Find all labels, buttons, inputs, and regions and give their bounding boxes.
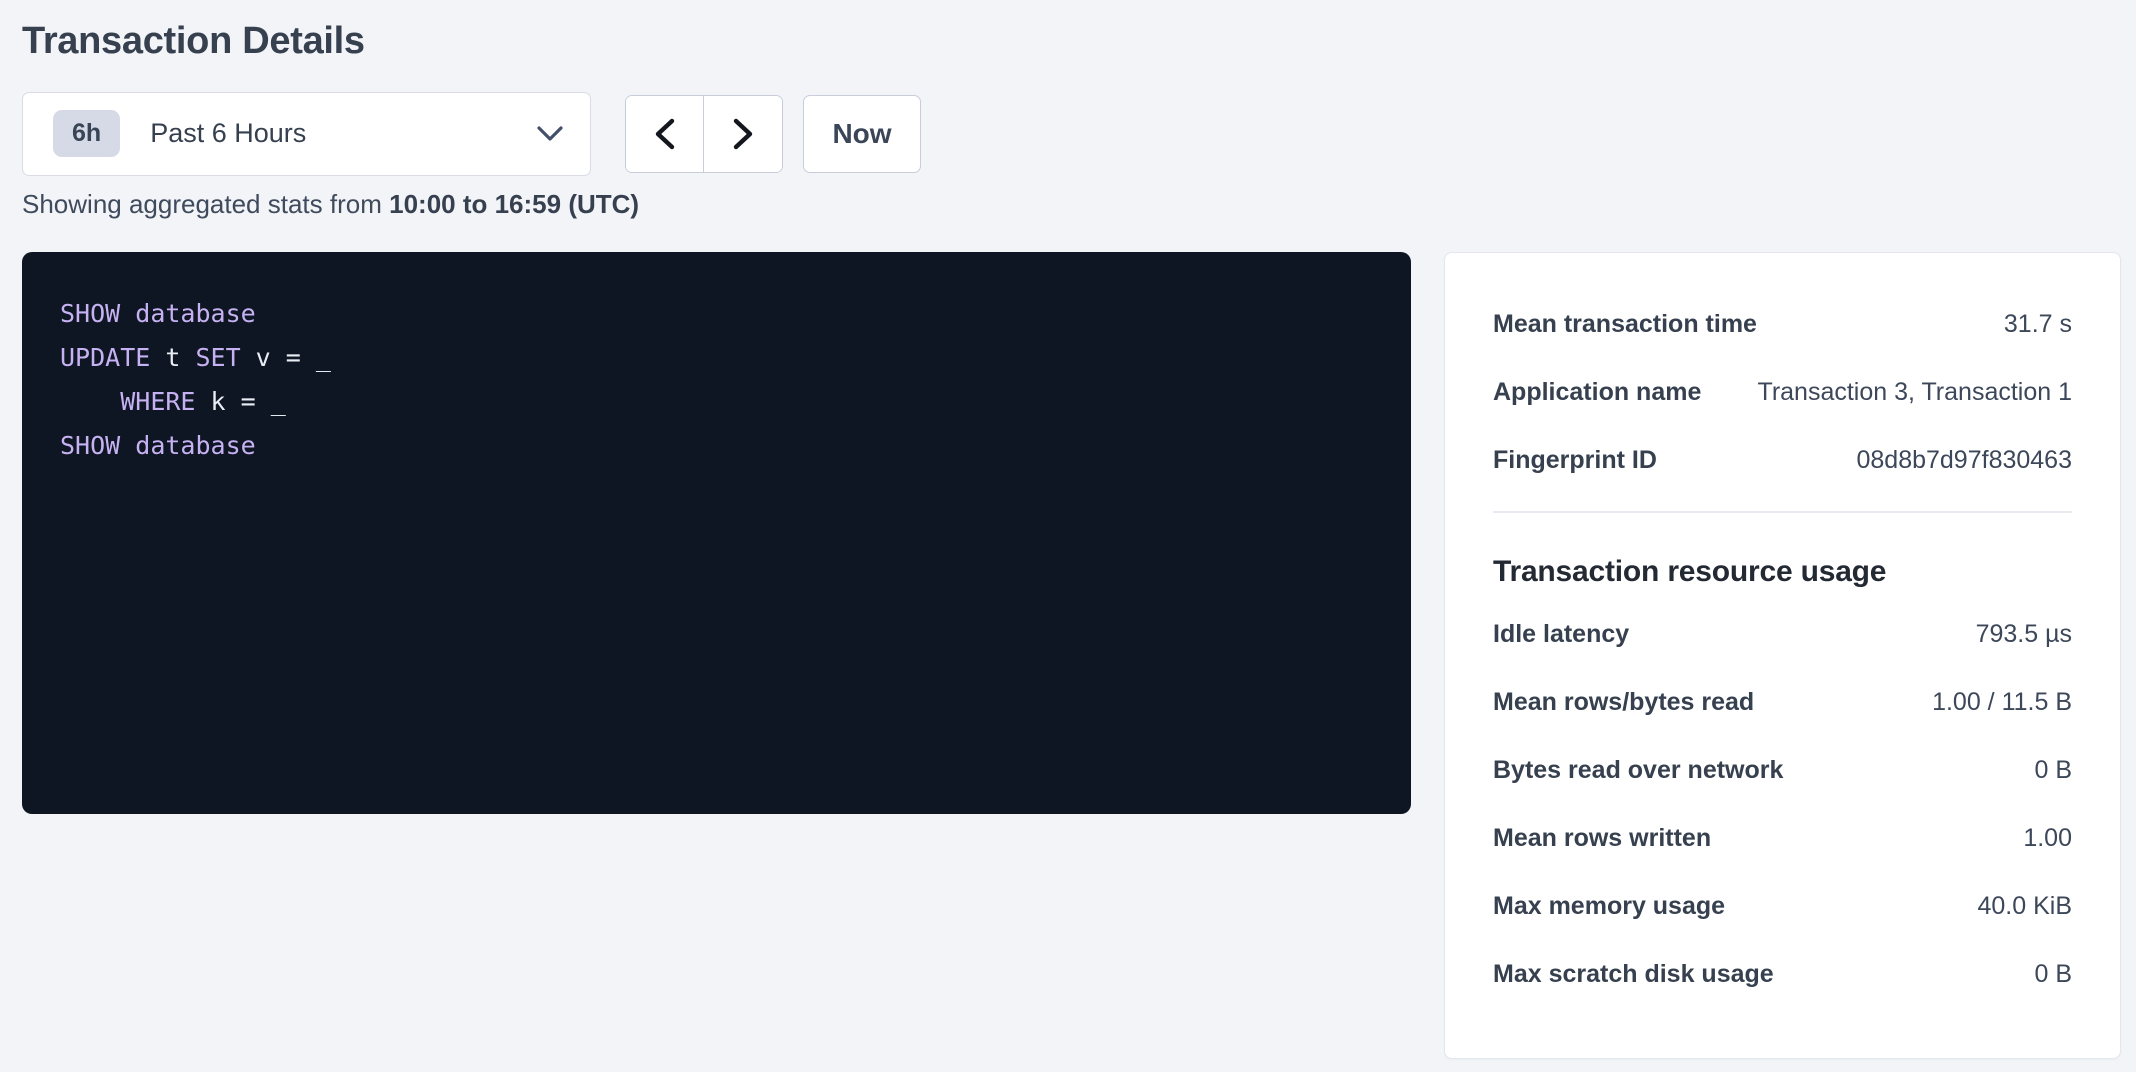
chevron-left-icon [653,117,677,151]
stat-label: Mean rows written [1493,824,1711,853]
next-time-button[interactable] [704,96,782,172]
stat-label: Idle latency [1493,620,1629,649]
chevron-down-icon [536,125,564,143]
stat-value: 40.0 KiB [1977,892,2072,921]
stat-label: Mean transaction time [1493,310,1757,339]
time-range-badge: 6h [53,110,120,157]
stat-label: Mean rows/bytes read [1493,688,1754,717]
stat-row: Idle latency 793.5 µs [1493,601,2072,669]
stat-value: 0 B [2034,960,2072,989]
stat-value: 1.00 / 11.5 B [1932,688,2072,717]
stat-label: Bytes read over network [1493,756,1783,785]
stat-row: Bytes read over network 0 B [1493,737,2072,805]
stat-label: Fingerprint ID [1493,446,1657,475]
aggregation-note: Showing aggregated stats from 10:00 to 1… [22,189,2122,220]
stat-row: Mean transaction time 31.7 s [1493,291,2072,359]
aggregation-note-prefix: Showing aggregated stats from [22,189,389,219]
stat-value: 08d8b7d97f830463 [1856,446,2072,475]
stat-value: 0 B [2034,756,2072,785]
page-title: Transaction Details [22,20,2122,64]
stat-label: Max memory usage [1493,892,1725,921]
stat-row: Mean rows/bytes read 1.00 / 11.5 B [1493,669,2072,737]
sql-statement-box: SHOW databaseUPDATE t SET v = _ WHERE k … [22,252,1411,814]
time-nav-group [625,95,783,173]
chevron-right-icon [731,117,755,151]
time-range-label: Past 6 Hours [150,118,306,149]
stat-row: Application name Transaction 3, Transact… [1493,359,2072,427]
now-button[interactable]: Now [803,95,921,173]
stat-value: Transaction 3, Transaction 1 [1757,378,2072,407]
stat-label: Max scratch disk usage [1493,960,1774,989]
stat-row: Max scratch disk usage 0 B [1493,941,2072,1009]
main-content: SHOW databaseUPDATE t SET v = _ WHERE k … [22,252,2122,1059]
stat-value: 1.00 [2023,824,2072,853]
stat-row: Fingerprint ID 08d8b7d97f830463 [1493,427,2072,495]
stat-value: 31.7 s [2004,310,2072,339]
time-controls: 6h Past 6 Hours [22,92,2122,176]
stat-row: Mean rows written 1.00 [1493,805,2072,873]
transaction-stats-card: Mean transaction time 31.7 s Application… [1444,252,2121,1059]
stat-value: 793.5 µs [1976,620,2072,649]
aggregation-range: 10:00 to 16:59 (UTC) [389,189,639,219]
prev-time-button[interactable] [626,96,704,172]
stat-row: Max memory usage 40.0 KiB [1493,873,2072,941]
resource-usage-heading: Transaction resource usage [1493,555,2072,589]
transaction-details-page: Transaction Details 6h Past 6 Hours [0,0,2136,1072]
card-divider [1493,511,2072,513]
stat-label: Application name [1493,378,1701,407]
time-range-picker[interactable]: 6h Past 6 Hours [22,92,591,176]
